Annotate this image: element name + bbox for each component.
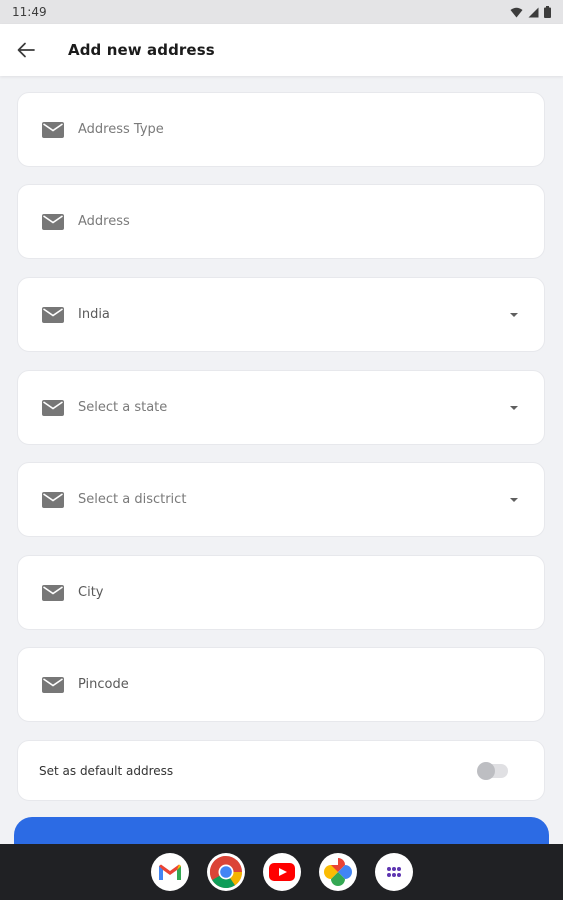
status-time: 11:49 bbox=[12, 5, 47, 19]
app-bar: Add new address bbox=[0, 24, 563, 76]
mail-icon bbox=[42, 121, 64, 138]
status-bar: 11:49 bbox=[0, 0, 563, 24]
pincode-field[interactable]: Pincode bbox=[17, 647, 545, 722]
mail-icon bbox=[42, 584, 64, 601]
mail-icon bbox=[42, 676, 64, 693]
chrome-icon bbox=[209, 855, 242, 889]
dropdown-caret-icon bbox=[510, 497, 518, 502]
state-select[interactable]: Select a state bbox=[17, 370, 545, 445]
status-icons bbox=[510, 6, 551, 18]
youtube-icon bbox=[268, 863, 295, 881]
mail-icon bbox=[42, 213, 64, 230]
pincode-label: Pincode bbox=[78, 677, 129, 692]
district-select[interactable]: Select a disctrict bbox=[17, 462, 545, 537]
back-button[interactable] bbox=[0, 24, 52, 76]
wifi-icon bbox=[510, 7, 523, 17]
mail-icon bbox=[42, 399, 64, 416]
mail-icon bbox=[42, 491, 64, 508]
gmail-app[interactable] bbox=[150, 853, 189, 891]
address-type-field[interactable]: Address Type bbox=[17, 92, 545, 167]
app-dock bbox=[0, 844, 563, 900]
address-form: Address Type Address India Select a stat… bbox=[0, 76, 563, 844]
dropdown-caret-icon bbox=[510, 312, 518, 317]
chrome-app[interactable] bbox=[206, 853, 245, 891]
gmail-icon bbox=[158, 864, 181, 880]
default-address-label: Set as default address bbox=[39, 763, 174, 778]
country-value: India bbox=[78, 307, 110, 322]
city-field[interactable]: City bbox=[17, 555, 545, 630]
app-drawer-icon bbox=[386, 867, 401, 877]
back-arrow-icon bbox=[17, 42, 35, 58]
city-label: City bbox=[78, 585, 104, 600]
mail-icon bbox=[42, 306, 64, 323]
submit-button[interactable] bbox=[14, 817, 549, 844]
battery-icon bbox=[544, 6, 551, 18]
photos-icon bbox=[323, 858, 352, 886]
address-type-label: Address Type bbox=[78, 122, 164, 137]
app-drawer-button[interactable] bbox=[374, 853, 413, 891]
photos-app[interactable] bbox=[318, 853, 357, 891]
youtube-app[interactable] bbox=[262, 853, 301, 891]
country-select[interactable]: India bbox=[17, 277, 545, 352]
default-address-row: Set as default address bbox=[17, 740, 545, 801]
district-placeholder: Select a disctrict bbox=[78, 492, 187, 507]
default-address-toggle[interactable] bbox=[477, 761, 508, 780]
address-label: Address bbox=[78, 214, 130, 229]
page-title: Add new address bbox=[68, 41, 215, 59]
state-placeholder: Select a state bbox=[78, 400, 168, 415]
address-field[interactable]: Address bbox=[17, 184, 545, 259]
dropdown-caret-icon bbox=[510, 405, 518, 410]
signal-icon bbox=[528, 7, 539, 17]
toggle-thumb bbox=[477, 761, 495, 780]
